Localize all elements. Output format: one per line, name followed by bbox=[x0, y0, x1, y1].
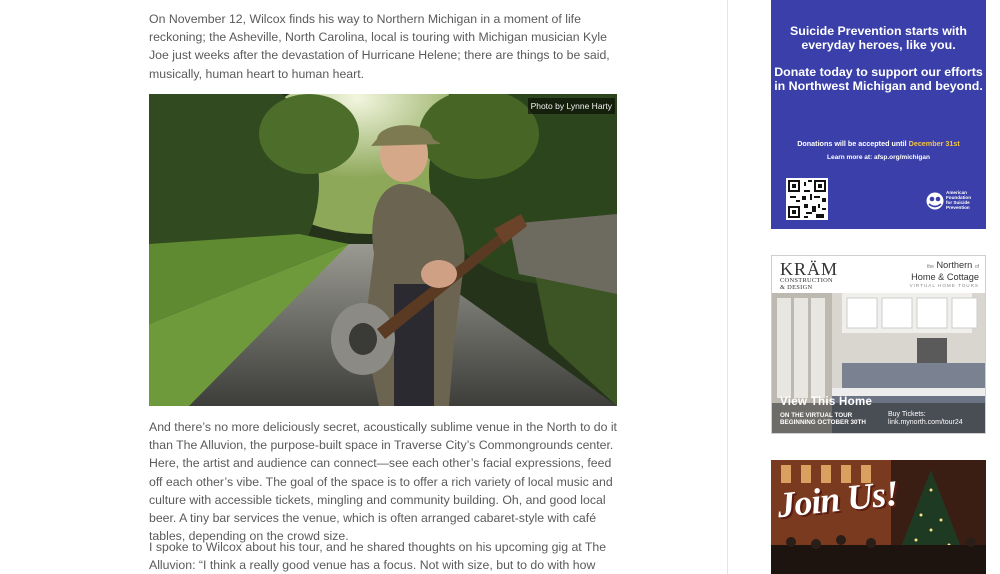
kram-sub-line: & DESIGN bbox=[780, 283, 813, 291]
afsp-donation-ad[interactable]: Suicide Prevention starts with everyday … bbox=[771, 0, 986, 229]
sidebar-divider bbox=[727, 0, 728, 574]
tickets-link: link.mynorth.com/tour24 bbox=[888, 419, 963, 426]
tour-line: BEGINNING OCTOBER 30TH bbox=[780, 419, 866, 427]
qr-code-icon bbox=[786, 178, 828, 220]
ad-tickets: Buy Tickets: link.mynorth.com/tour24 bbox=[888, 411, 963, 427]
photo-illustration bbox=[149, 94, 617, 406]
ad-tour-dates: ON THE VIRTUAL TOUR BEGINNING OCTOBER 30… bbox=[780, 412, 866, 426]
ad-header: KRÄM CONSTRUCTION & DESIGN the Northern … bbox=[772, 256, 985, 293]
article-paragraph: I spoke to Wilcox about his tour, and he… bbox=[149, 540, 607, 573]
photo-credit: Photo by Lynne Harty bbox=[527, 98, 615, 114]
ad-learn-more: Learn more at: afsp.org/michigan bbox=[827, 154, 930, 161]
ad-view-home: View This Home bbox=[780, 396, 873, 408]
ad-accepted-date: December 31st bbox=[908, 139, 960, 148]
home-tour-ad[interactable]: KRÄM CONSTRUCTION & DESIGN the Northern … bbox=[771, 255, 986, 434]
article-paragraph: On November 12, Wilcox finds his way to … bbox=[149, 12, 610, 81]
nh-the: the bbox=[927, 264, 934, 270]
article-photo[interactable]: Photo by Lynne Harty bbox=[149, 94, 617, 406]
ad-accepted-prefix: Donations will be accepted until bbox=[797, 139, 909, 148]
tour-line: ON THE VIRTUAL TOUR bbox=[780, 412, 853, 419]
nh-of: of bbox=[974, 264, 979, 270]
nh-name-1: Northern bbox=[936, 260, 973, 270]
afsp-logo: American Foundation for Suicide Preventi… bbox=[926, 190, 981, 214]
ad-headline: Suicide Prevention starts with everyday … bbox=[790, 24, 967, 52]
join-us-ad[interactable]: Join Us! bbox=[771, 460, 986, 574]
article-paragraph: And there’s no more deliciously secret, … bbox=[149, 420, 617, 544]
nh-subtitle: VIRTUAL HOME TOURS bbox=[909, 283, 979, 288]
afsp-logo-icon bbox=[926, 192, 944, 210]
northern-home-logo: the Northern of Home & Cottage bbox=[894, 260, 979, 282]
afsp-logo-text: American Foundation for Suicide Preventi… bbox=[946, 190, 971, 210]
ad-accepted-text: Donations will be accepted until Decembe… bbox=[771, 139, 986, 148]
nh-name-2: Home & Cottage bbox=[911, 271, 979, 282]
kram-logo-sub: CONSTRUCTION & DESIGN bbox=[780, 277, 833, 291]
afsp-logo-line: Prevention bbox=[946, 205, 970, 210]
ad-donate-text: Donate today to support our efforts in N… bbox=[774, 65, 983, 93]
tickets-line: Buy Tickets: bbox=[888, 411, 926, 418]
